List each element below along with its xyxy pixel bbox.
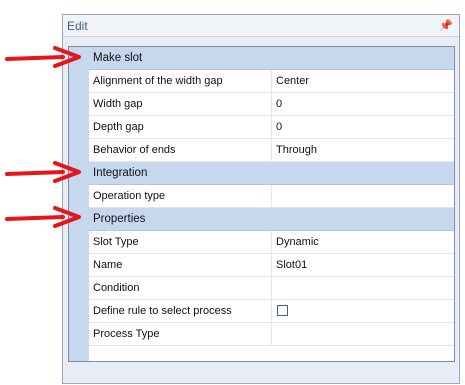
property-grid: Make slot Alignment of the width gap Cen… — [68, 46, 455, 362]
property-row[interactable]: Name Slot01 — [89, 254, 454, 277]
property-name: Width gap — [89, 93, 272, 115]
property-value[interactable] — [272, 185, 454, 207]
property-row[interactable]: Process Type — [89, 323, 454, 346]
property-value[interactable]: Center — [272, 70, 454, 92]
property-value[interactable] — [272, 277, 454, 299]
property-name: Process Type — [89, 323, 272, 345]
define-rule-checkbox[interactable] — [277, 305, 288, 316]
pin-icon[interactable]: 📌 — [439, 19, 453, 32]
property-value[interactable]: Slot01 — [272, 254, 454, 276]
property-name: Behavior of ends — [89, 139, 272, 161]
property-value[interactable]: 0 — [272, 93, 454, 115]
property-row[interactable]: Alignment of the width gap Center — [89, 70, 454, 93]
panel-title: Edit — [67, 18, 88, 33]
property-value[interactable] — [272, 323, 454, 345]
property-row[interactable]: Define rule to select process — [89, 300, 454, 323]
property-row[interactable]: Depth gap 0 — [89, 116, 454, 139]
property-name: Define rule to select process — [89, 300, 272, 322]
property-row[interactable]: Operation type — [89, 185, 454, 208]
edit-panel: Edit 📌 Make slot Alignment of the width … — [62, 14, 460, 384]
property-value-checkbox-cell — [272, 300, 454, 322]
property-value[interactable]: 0 — [272, 116, 454, 138]
property-row[interactable]: Condition — [89, 277, 454, 300]
panel-header: Edit 📌 — [63, 15, 459, 37]
category-properties[interactable]: Properties — [89, 208, 454, 231]
red-arrow-icon — [5, 46, 81, 68]
property-row[interactable]: Slot Type Dynamic — [89, 231, 454, 254]
property-row[interactable]: Behavior of ends Through — [89, 139, 454, 162]
property-value[interactable]: Dynamic — [272, 231, 454, 253]
category-integration[interactable]: Integration — [89, 162, 454, 185]
red-arrow-icon — [5, 161, 81, 183]
property-row[interactable]: Width gap 0 — [89, 93, 454, 116]
property-name: Condition — [89, 277, 272, 299]
property-name: Slot Type — [89, 231, 272, 253]
property-name: Name — [89, 254, 272, 276]
red-arrow-icon — [5, 206, 81, 228]
property-name: Operation type — [89, 185, 272, 207]
property-value[interactable]: Through — [272, 139, 454, 161]
property-name: Depth gap — [89, 116, 272, 138]
property-name: Alignment of the width gap — [89, 70, 272, 92]
category-make-slot[interactable]: Make slot — [89, 47, 454, 70]
